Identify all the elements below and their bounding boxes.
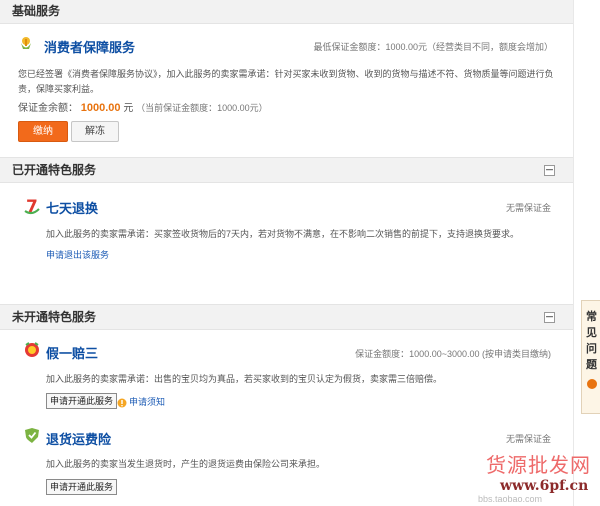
watermark-url: www.6pf.cn: [500, 478, 589, 494]
fake-pay-deposit: 保证金额度：1000.00~3000.00 (按申请类目缴纳): [355, 349, 551, 359]
opened-collapse-button[interactable]: －: [544, 165, 555, 176]
deposit-balance-label: 保证金余额：: [18, 103, 78, 114]
opened-services-header: 已开通特色服务 －: [0, 157, 573, 183]
release-button[interactable]: 解冻: [71, 121, 119, 142]
deposit-balance-note: （当前保证金额度：1000.00元）: [136, 103, 268, 113]
consumer-guarantee-description: 您已经签署《消费者保障服务协议》，加入此服务的卖家需承诺：针对买家未收到货物、收…: [18, 69, 554, 94]
notice-icon: [117, 395, 127, 413]
consumer-guarantee-icon: [18, 36, 34, 57]
seven-day-title: 七天退换: [46, 201, 99, 216]
faq-char-3: 问: [586, 343, 597, 355]
apply-notice-link[interactable]: 申请须知: [129, 395, 165, 408]
seven-day-description: 加入此服务的卖家需承诺：买家签收货物后的7天内，若对货物不满意，在不影响二次销售…: [46, 229, 520, 239]
return-insurance-icon: [24, 427, 40, 448]
return-insurance-description: 加入此服务的卖家当发生退货时，产生的退货运费由保险公司来承担。: [46, 459, 326, 469]
return-insurance-deposit: 无需保证金: [505, 434, 551, 444]
unopened-services-title: 未开通特色服务: [12, 310, 97, 324]
faq-tab[interactable]: 常 见 问 题: [581, 300, 600, 414]
return-insurance-title: 退货运费险: [46, 432, 112, 447]
seven-day-icon: 7: [24, 197, 40, 220]
consumer-min-deposit: 最低保证金额度：1000.00元（经营类目不同，额度会增加）: [313, 42, 553, 52]
deposit-balance-unit: 元: [123, 103, 134, 114]
pay-button[interactable]: 缴纳: [18, 121, 68, 142]
deposit-balance-value: 1000.00: [80, 102, 121, 114]
fake-pay-title: 假一赔三: [46, 346, 99, 361]
watermark-title: 货源批发网: [486, 453, 591, 477]
fake-pay-apply-button[interactable]: 申请开通此服务: [46, 393, 118, 409]
main-panel: 基础服务 消费者保障服务 最低保证金额度：1000.00元（经营类目不同，额度会…: [0, 0, 573, 506]
faq-mascot-icon: [586, 379, 597, 389]
unopened-collapse-button[interactable]: －: [544, 312, 555, 323]
opened-services-title: 已开通特色服务: [12, 163, 97, 177]
basic-services-title: 基础服务: [12, 4, 61, 18]
fake-pay-description: 加入此服务的卖家需承诺：出售的宝贝均为真品，若买家收到的宝贝认定为假货，卖家需三…: [46, 374, 443, 384]
unopened-services-header: 未开通特色服务 －: [0, 304, 573, 330]
consumer-guarantee-title: 消费者保障服务: [44, 40, 136, 55]
basic-services-header: 基础服务: [0, 0, 573, 24]
return-insurance-apply-button[interactable]: 申请开通此服务: [46, 479, 118, 495]
deposit-balance-row: 保证金余额： 1000.00 元 （当前保证金额度：1000.00元）: [18, 99, 268, 114]
faq-char-1: 常: [586, 311, 597, 323]
fake-pay-icon: [24, 342, 40, 363]
faq-char-4: 题: [586, 359, 597, 371]
watermark-bbs: bbs.taobao.com: [478, 494, 543, 504]
faq-char-2: 见: [586, 327, 597, 339]
seven-day-deposit: 无需保证金: [505, 203, 551, 213]
exit-service-link[interactable]: 申请退出该服务: [46, 248, 109, 261]
right-divider: [573, 0, 574, 506]
